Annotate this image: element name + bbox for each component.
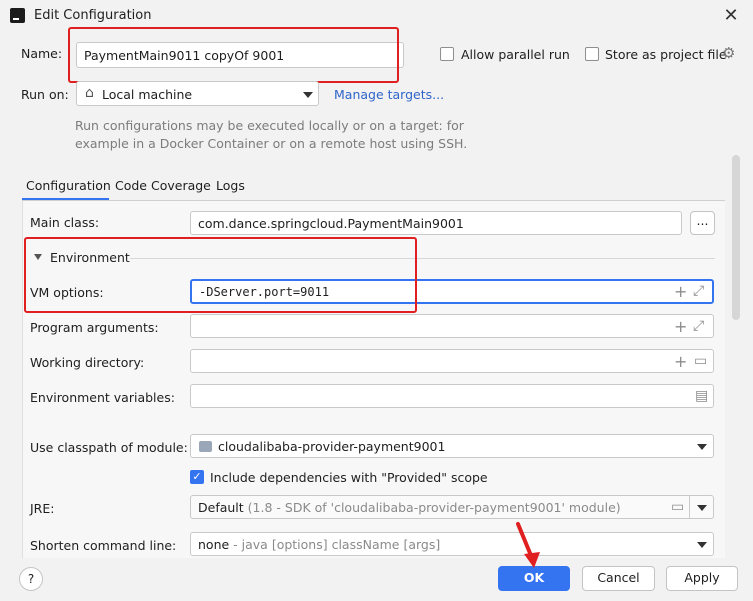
expand-icon[interactable]: ⤢ [693,283,704,299]
cancel-button[interactable]: Cancel [582,566,655,591]
scrollbar[interactable] [732,155,740,320]
plus-icon[interactable]: + [674,317,687,336]
jre-value: Default (1.8 - SDK of 'cloudalibaba-prov… [198,500,621,515]
annotation-arrow [516,522,540,568]
shorten-detail: - java [options] className [args] [233,537,441,552]
intellij-app-icon [10,8,25,23]
module-folder-icon [199,441,212,452]
classpath-module-label: Use classpath of module: [30,440,188,455]
allow-parallel-label: Allow parallel run [461,47,570,62]
working-directory-input[interactable]: + ▭ [190,349,714,373]
classpath-module-select[interactable]: cloudalibaba-provider-payment9001 [190,434,714,458]
run-on-label: Run on: [21,87,69,102]
expand-icon[interactable]: ⤢ [693,318,704,334]
browse-main-class-button[interactable]: ... [690,211,715,235]
main-class-label: Main class: [30,215,100,230]
chevron-down-icon[interactable] [697,505,707,511]
window-title: Edit Configuration [34,8,152,23]
run-on-hint-line2: example in a Docker Container or on a re… [75,136,468,151]
shorten-command-line-label: Shorten command line: [30,538,177,553]
jre-detail: (1.8 - SDK of 'cloudalibaba-provider-pay… [247,500,621,515]
annotation-box-name [68,27,399,83]
run-on-value: Local machine [102,87,193,102]
program-arguments-label: Program arguments: [30,320,159,335]
chevron-down-icon [697,444,707,450]
main-class-input[interactable]: com.dance.springcloud.PaymentMain9001 [190,211,682,235]
plus-icon[interactable]: + [674,282,687,301]
shorten-command-line-select[interactable]: none - java [options] className [args] [190,532,714,556]
jre-label: JRE: [30,501,55,516]
tab-logs[interactable]: Logs [216,178,245,193]
include-dependencies-label: Include dependencies with "Provided" sco… [210,470,488,485]
shorten-value: none - java [options] className [args] [198,537,440,552]
gear-icon[interactable]: ⚙ [722,44,735,62]
program-arguments-input[interactable]: + ⤢ [190,314,714,338]
jre-separator [689,496,690,518]
shorten-none: none [198,537,230,552]
close-icon[interactable]: ✕ [718,4,744,28]
jre-select[interactable]: Default (1.8 - SDK of 'cloudalibaba-prov… [190,495,714,519]
environment-variables-input[interactable]: ▤ [190,384,714,408]
jre-default: Default [198,500,244,515]
run-on-select[interactable]: ⌂ Local machine [76,81,319,106]
run-on-hint-line1: Run configurations may be executed local… [75,118,464,133]
manage-targets-link[interactable]: Manage targets... [334,87,444,102]
main-class-value: com.dance.springcloud.PaymentMain9001 [198,216,464,231]
plus-icon[interactable]: + [674,352,687,371]
chevron-down-icon [697,542,707,548]
folder-icon[interactable]: ▭ [694,353,707,369]
environment-variables-label: Environment variables: [30,390,175,405]
document-icon[interactable]: ▤ [695,388,708,404]
chevron-down-icon [303,92,313,98]
help-button[interactable]: ? [19,567,43,591]
classpath-module-value: cloudalibaba-provider-payment9001 [218,439,446,454]
store-project-checkbox[interactable] [585,47,599,61]
include-dependencies-checkbox[interactable]: ✓ [190,470,204,484]
name-label: Name: [21,46,63,61]
store-project-label: Store as project file [605,47,727,62]
folder-icon[interactable]: ▭ [671,499,684,515]
tab-configuration[interactable]: Configuration [26,178,111,193]
allow-parallel-checkbox[interactable] [440,47,454,61]
apply-button[interactable]: Apply [666,566,738,591]
tab-code-coverage[interactable]: Code Coverage [115,178,211,193]
working-directory-label: Working directory: [30,355,145,370]
home-icon: ⌂ [85,85,94,101]
annotation-box-vm-options [24,237,417,313]
